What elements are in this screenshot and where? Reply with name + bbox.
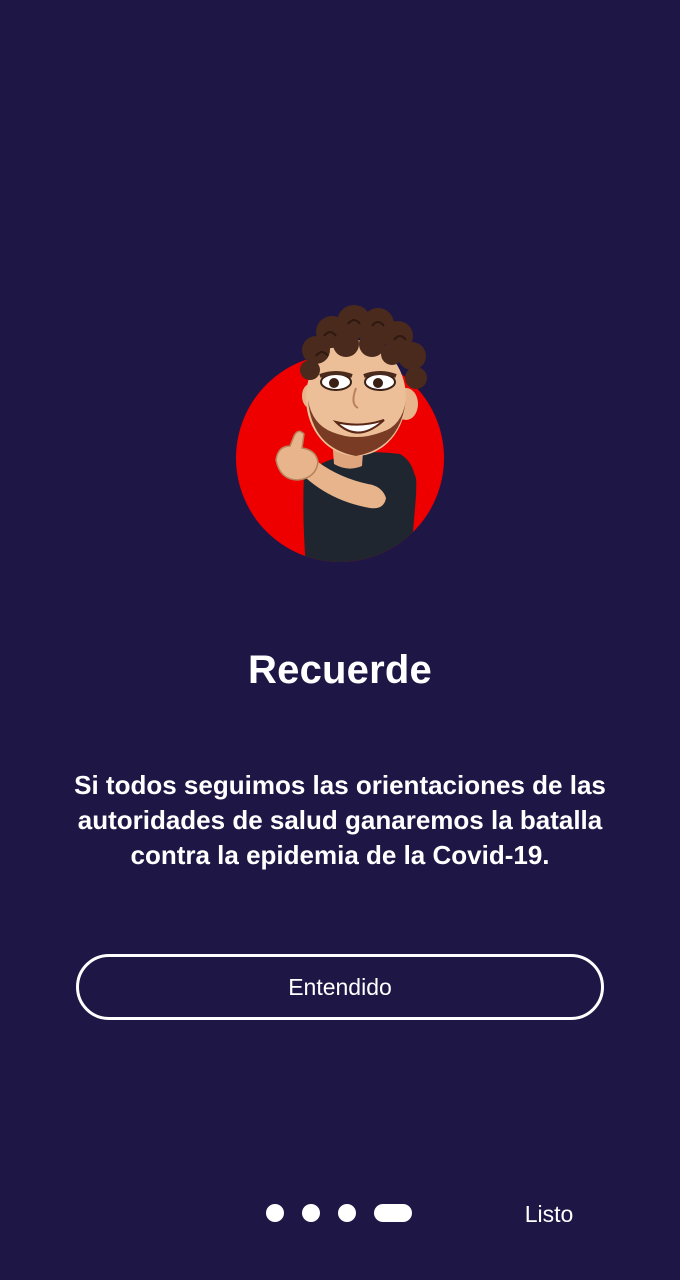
page-dot[interactable] [302, 1204, 320, 1222]
page-dot[interactable] [266, 1204, 284, 1222]
message-text: Si todos seguimos las orientaciones de l… [74, 770, 606, 870]
page-title: Recuerde [248, 648, 432, 692]
page-dot[interactable] [338, 1204, 356, 1222]
page-dot-active[interactable] [374, 1204, 412, 1222]
onboarding-screen: Recuerde Si todos seguimos las orientaci… [0, 0, 680, 1280]
understood-button[interactable]: Entendido [76, 954, 604, 1020]
done-button[interactable]: Listo [508, 1194, 590, 1234]
page-indicator [266, 1204, 412, 1222]
avatar-illustration [232, 296, 448, 568]
